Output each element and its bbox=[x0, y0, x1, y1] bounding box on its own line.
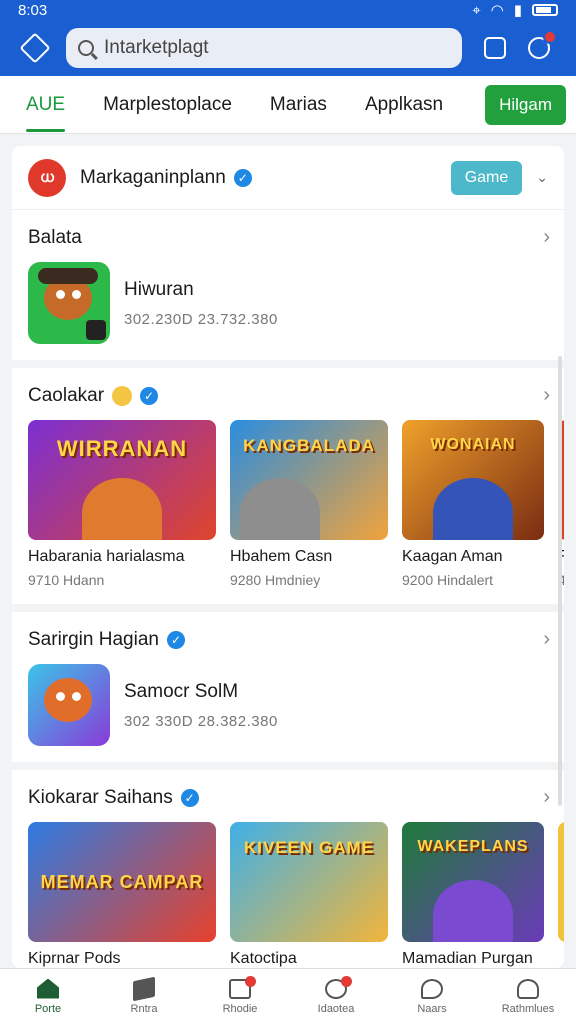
battery-icon bbox=[532, 4, 558, 16]
bottom-nav: Porte Rntra Rhodie Idaotea Naars Rathmlu… bbox=[0, 968, 576, 1024]
status-bar: 8:03 ⌖ ◠ ▮ bbox=[0, 0, 576, 20]
main-content[interactable]: ധ Markaganinplann ✓ Game ⌄ Balata › Hiwu… bbox=[12, 146, 564, 968]
status-time: 8:03 bbox=[18, 1, 48, 19]
status-icons: ⌖ ◠ ▮ bbox=[472, 1, 558, 19]
app-meta: 302.230D 23.732.380 bbox=[124, 310, 278, 328]
card-meta: 9280 Hmdniey bbox=[230, 572, 321, 588]
game-thumbnail bbox=[558, 822, 564, 942]
brand-logo: ധ bbox=[28, 158, 66, 197]
search-input[interactable] bbox=[104, 37, 434, 59]
chat-icon bbox=[421, 978, 443, 999]
diamond-menu-icon[interactable] bbox=[19, 32, 51, 64]
chevron-right-icon[interactable]: › bbox=[543, 786, 550, 809]
verified-icon: ✓ bbox=[180, 789, 199, 807]
game-card[interactable]: KIVEEN GAME Katoctipa bbox=[230, 822, 388, 968]
app-name: Hiwuran bbox=[124, 278, 194, 300]
search-icon bbox=[78, 40, 94, 56]
chevron-right-icon[interactable]: › bbox=[543, 226, 550, 249]
square-icon[interactable] bbox=[484, 37, 506, 59]
nav-badge bbox=[245, 975, 256, 987]
section-caolakar: Caolakar ✓ › WIRRANAN Habarania harialas… bbox=[12, 368, 564, 612]
section-title-row: Caolakar ✓ bbox=[28, 382, 548, 410]
game-card[interactable]: KANGBALADA Hbahem Casn 9280 Hmdniey bbox=[230, 420, 388, 588]
user-icon bbox=[517, 978, 539, 999]
chevron-down-icon[interactable]: ⌄ bbox=[536, 169, 548, 186]
verified-icon: ✓ bbox=[166, 631, 185, 649]
card-title: Kiprnar Pods bbox=[28, 950, 121, 967]
game-card[interactable]: WAKEPLANS Mamadian Purgan bbox=[402, 822, 544, 968]
app-meta: 302 330D 28.382.380 bbox=[124, 712, 278, 730]
card-title: Katoctipa bbox=[230, 950, 297, 967]
ring-icon bbox=[325, 975, 352, 999]
chevron-right-icon[interactable]: › bbox=[543, 628, 550, 651]
brand-name: Markaganinplann bbox=[80, 166, 226, 188]
card-title: Hbahem Casn bbox=[230, 548, 333, 565]
wifi-icon: ◠ bbox=[490, 2, 504, 19]
game-card[interactable]: WIRRANAN Habarania harialasma 9710 Hdann bbox=[28, 420, 216, 588]
card-meta: 9710 Hdann bbox=[28, 572, 105, 588]
notification-badge bbox=[543, 30, 557, 44]
game-card[interactable]: WONAIAN Kaagan Aman 9200 Hindalert bbox=[402, 420, 544, 588]
nav-idaotea[interactable]: Idaotea bbox=[291, 975, 381, 1015]
signal-icon: ▮ bbox=[513, 2, 522, 19]
game-thumbnail: KANGBALADA bbox=[230, 420, 388, 540]
section-title-row: Kiokarar Saihans ✓ bbox=[28, 784, 548, 812]
game-card[interactable] bbox=[558, 822, 564, 968]
tab-marias[interactable]: Marias bbox=[270, 76, 327, 134]
game-thumbnail: WAKEPLANS bbox=[402, 822, 544, 942]
nav-rathmlues[interactable]: Rathmlues bbox=[483, 978, 573, 1015]
section-title: Sarirgin Hagian bbox=[28, 629, 159, 650]
nav-rntra[interactable]: Rntra bbox=[99, 976, 189, 1015]
game-thumbnail: WONAIAN bbox=[402, 420, 544, 540]
nav-badge bbox=[341, 975, 352, 987]
section-title: Caolakar bbox=[28, 385, 105, 406]
game-pill-button[interactable]: Game bbox=[450, 160, 523, 195]
section-title: Kiokarar Saihans bbox=[28, 787, 173, 808]
box-icon bbox=[229, 975, 256, 999]
nav-rhodie[interactable]: Rhodie bbox=[195, 975, 285, 1015]
tab-applkasn[interactable]: Applkasn bbox=[365, 76, 443, 134]
app-icon bbox=[28, 262, 110, 344]
store-header: ധ Markaganinplann ✓ Game ⌄ bbox=[12, 146, 564, 210]
section-sarirgin: Sarirgin Hagian ✓ › Samocr SolM 302 330D… bbox=[12, 612, 564, 770]
verified-icon: ✓ bbox=[140, 387, 159, 405]
card-title: Habarania harialasma bbox=[28, 548, 185, 565]
hilgam-button[interactable]: Hilgam bbox=[485, 84, 566, 125]
section-title-row: Sarirgin Hagian ✓ bbox=[28, 626, 548, 654]
app-item[interactable]: Samocr SolM 302 330D 28.382.380 bbox=[28, 664, 548, 746]
book-icon bbox=[133, 976, 155, 1001]
section-title: Balata bbox=[28, 227, 82, 248]
tab-marketplace[interactable]: Marplestoplace bbox=[103, 76, 232, 134]
card-row: MEMAR CAMPAR Kiprnar Pods KIVEEN GAME Ka… bbox=[28, 822, 564, 968]
section-kiokarar: Kiokarar Saihans ✓ › MEMAR CAMPAR Kiprna… bbox=[12, 770, 564, 968]
home-icon bbox=[37, 978, 59, 999]
chevron-right-icon[interactable]: › bbox=[543, 384, 550, 407]
scrollbar[interactable] bbox=[558, 356, 562, 806]
tab-bar: AUE Marplestoplace Marias Applkasn Hilga… bbox=[0, 76, 576, 134]
emoji-icon bbox=[112, 386, 133, 406]
app-icon bbox=[28, 664, 110, 746]
location-icon: ⌖ bbox=[472, 1, 481, 19]
game-thumbnail: KIVEEN GAME bbox=[230, 822, 388, 942]
nav-naars[interactable]: Naars bbox=[387, 978, 477, 1015]
game-thumbnail: MEMAR CAMPAR bbox=[28, 822, 216, 942]
app-item[interactable]: Hiwuran 302.230D 23.732.380 bbox=[28, 262, 548, 344]
tab-aue[interactable]: AUE bbox=[26, 76, 66, 134]
nav-home[interactable]: Porte bbox=[3, 978, 93, 1015]
notification-icon[interactable] bbox=[528, 30, 557, 59]
app-name: Samocr SolM bbox=[124, 680, 239, 702]
card-title: Mamadian Purgan bbox=[402, 950, 533, 967]
game-thumbnail: WIRRANAN bbox=[28, 420, 216, 540]
search-bar[interactable] bbox=[66, 28, 462, 68]
card-row: WIRRANAN Habarania harialasma 9710 Hdann… bbox=[28, 420, 564, 588]
top-bar bbox=[0, 20, 576, 76]
card-title: Kaagan Aman bbox=[402, 548, 503, 565]
card-meta: 9200 Hindalert bbox=[402, 572, 494, 588]
section-balata: Balata › Hiwuran 302.230D 23.732.380 bbox=[12, 210, 564, 368]
verified-icon: ✓ bbox=[233, 168, 252, 187]
game-card[interactable]: MEMAR CAMPAR Kiprnar Pods bbox=[28, 822, 216, 968]
